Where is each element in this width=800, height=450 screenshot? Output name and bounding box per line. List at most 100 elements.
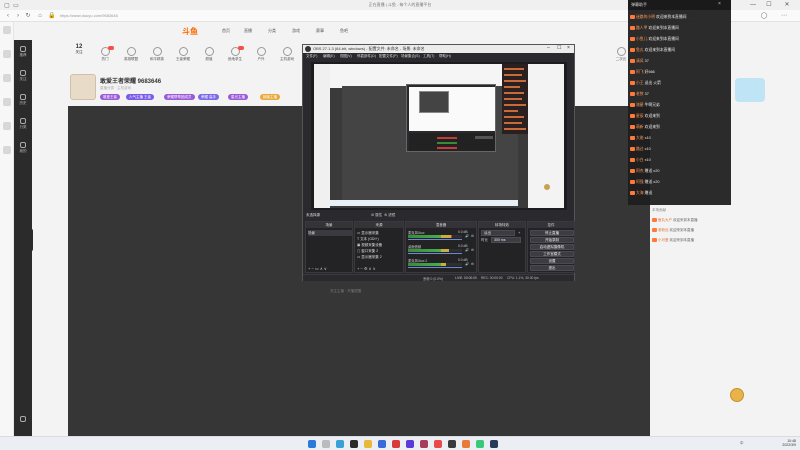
scene-item[interactable]: 场景: [308, 230, 352, 236]
promo-banner[interactable]: [735, 78, 765, 102]
nav-yuba[interactable]: 鱼吧: [340, 28, 348, 34]
back-icon[interactable]: ‹: [4, 12, 12, 20]
sidebar-item-mine[interactable]: 我的: [17, 142, 29, 154]
menu-tools[interactable]: 工具(T): [423, 53, 434, 59]
obs-icon[interactable]: [448, 440, 456, 448]
profile-icon[interactable]: ◯: [760, 12, 768, 20]
menu-view[interactable]: 视图(V): [340, 53, 352, 59]
exit-button[interactable]: 退出: [530, 265, 574, 271]
volume-slider[interactable]: [408, 267, 462, 268]
sidebar-collapse-handle[interactable]: [28, 228, 33, 252]
close-button[interactable]: ✕: [782, 1, 792, 9]
properties-button[interactable]: 属性: [375, 213, 382, 217]
menu-docks[interactable]: 停靠部件(D): [357, 53, 376, 59]
streamer-tag[interactable]: 超级主播: [260, 94, 280, 100]
chat-username[interactable]: 小王: [636, 81, 644, 85]
forward-icon[interactable]: ›: [14, 12, 22, 20]
virtual-camera-button[interactable]: 启动虚拟摄像机: [530, 244, 574, 250]
app-icon[interactable]: [392, 440, 400, 448]
category-honor[interactable]: 王者荣耀: [174, 47, 192, 62]
chat-username[interactable]: 大海: [636, 191, 644, 195]
site-logo[interactable]: 斗鱼: [182, 26, 202, 36]
start-recording-button[interactable]: 开始录制: [530, 237, 574, 243]
filter-icon[interactable]: ⚙: [384, 213, 387, 217]
chat-username[interactable]: 大佬: [636, 136, 644, 140]
speaker-icon[interactable]: 🔊: [465, 234, 469, 238]
minimize-icon[interactable]: –: [547, 45, 550, 51]
sidebar-app-icon[interactable]: [3, 50, 11, 58]
app-icon[interactable]: [350, 440, 358, 448]
edge-icon[interactable]: [336, 440, 344, 448]
close-icon[interactable]: ×: [567, 45, 570, 51]
source-item[interactable]: ▭ 显示器采集 2: [357, 254, 382, 260]
nav-live[interactable]: 直播: [244, 28, 252, 34]
app-icon[interactable]: [434, 440, 442, 448]
sidebar-app-icon[interactable]: [3, 122, 11, 130]
sidebar-app-icon[interactable]: [3, 146, 11, 154]
menu-profile[interactable]: 配置文件(P): [379, 53, 398, 59]
filters-button[interactable]: 滤镜: [388, 213, 395, 217]
chat-username[interactable]: 萌新: [636, 125, 644, 129]
gear-icon[interactable]: ⚙: [471, 234, 474, 238]
menu-help[interactable]: 帮助(H): [439, 53, 451, 59]
volume-slider[interactable]: [408, 253, 462, 254]
gear-icon[interactable]: ⚙: [471, 248, 474, 252]
clock[interactable]: 10:48 2022/3/9: [770, 439, 796, 447]
nav-category[interactable]: 分类: [268, 28, 276, 34]
app-icon[interactable]: [476, 440, 484, 448]
store-icon[interactable]: [378, 440, 386, 448]
search-icon[interactable]: [322, 440, 330, 448]
menu-icon[interactable]: ⋯: [780, 12, 788, 20]
avatar[interactable]: [70, 74, 96, 100]
volume-slider[interactable]: [408, 239, 462, 240]
app-icon[interactable]: [462, 440, 470, 448]
gear-icon[interactable]: ⚙: [364, 266, 368, 271]
speaker-icon[interactable]: 🔊: [465, 248, 469, 252]
streamer-tag[interactable]: 荣耀帮帮团成员: [164, 94, 195, 100]
add-icon[interactable]: +: [518, 230, 520, 235]
sidebar-app-icon[interactable]: [3, 74, 11, 82]
down-icon[interactable]: ∨: [373, 266, 376, 271]
chat-username[interactable]: 星辰: [636, 114, 644, 118]
sidebar-app-icon[interactable]: [3, 98, 11, 106]
close-icon[interactable]: ×: [718, 1, 721, 7]
chat-username[interactable]: 路过: [636, 147, 644, 151]
menu-file[interactable]: 文件(F): [306, 53, 317, 59]
remove-icon[interactable]: −: [311, 266, 313, 271]
start-icon[interactable]: [308, 440, 316, 448]
home-icon[interactable]: ⌂: [36, 12, 44, 20]
streamer-tag[interactable]: 星光主播: [228, 94, 248, 100]
chat-username[interactable]: 阿杰: [636, 169, 644, 173]
tab-icon[interactable]: ▭: [12, 2, 20, 10]
category-looks[interactable]: 颜值: [200, 47, 218, 62]
streamer-tag[interactable]: 人气主播 王者: [126, 94, 154, 100]
chat-username[interactable]: 鱼丸: [636, 48, 644, 52]
duration-input[interactable]: 300 ms: [491, 237, 521, 243]
gear-icon[interactable]: ⚙: [371, 213, 374, 217]
app-icon[interactable]: [406, 440, 414, 448]
up-icon[interactable]: ∧: [320, 266, 323, 271]
down-icon[interactable]: ∨: [324, 266, 327, 271]
chat-username[interactable]: 小白: [636, 158, 644, 162]
gift-icon[interactable]: [730, 388, 744, 402]
streamer-tag[interactable]: 敢爱王者: [100, 94, 120, 100]
add-icon[interactable]: +: [308, 266, 310, 271]
chat-username[interactable]: 路人甲: [636, 26, 647, 30]
transition-select[interactable]: 淡出: [481, 230, 515, 236]
category-peace[interactable]: 和平精英: [148, 47, 166, 62]
up-icon[interactable]: ∧: [369, 266, 372, 271]
streamer-tag[interactable]: 荣耀 高手: [198, 94, 219, 100]
chat-username[interactable]: 阿飞: [636, 70, 644, 74]
gear-icon[interactable]: ⚙: [471, 262, 474, 266]
maximize-icon[interactable]: ☐: [557, 45, 561, 51]
minimize-button[interactable]: —: [748, 1, 758, 9]
chat-username[interactable]: 迷路的小明: [636, 15, 655, 19]
chat-username[interactable]: 流星: [636, 103, 644, 107]
folder-icon[interactable]: [364, 440, 372, 448]
steam-icon[interactable]: [490, 440, 498, 448]
url-field[interactable]: https://www.douyu.com/9683646: [60, 13, 360, 18]
chat-username[interactable]: 老铁: [636, 92, 644, 96]
stop-streaming-button[interactable]: 停止直播: [530, 230, 574, 236]
follow-count-item[interactable]: 12 关注: [70, 44, 88, 55]
menu-scene-collection[interactable]: 场景集合(S): [401, 53, 420, 59]
